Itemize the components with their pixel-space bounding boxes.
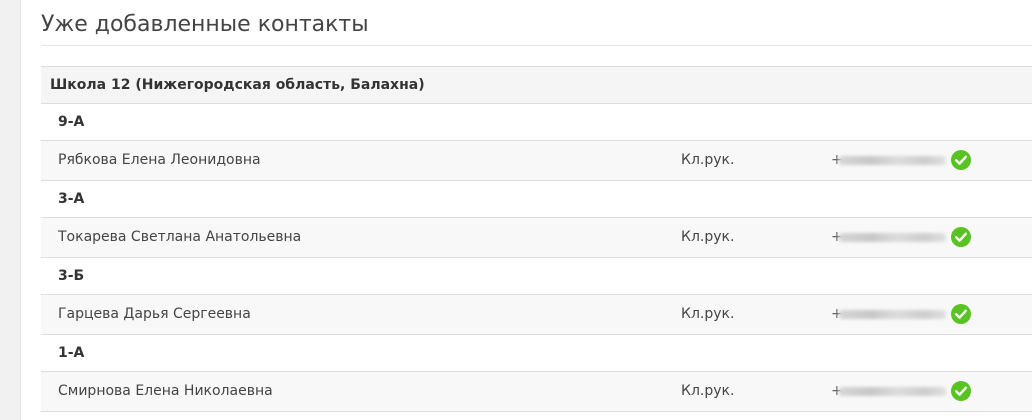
contact-row[interactable]: Смирнова Елена Николаевна Кл.рук. + <box>41 372 1032 412</box>
contacts-panel: Уже добавленные контакты Школа 12 (Нижег… <box>20 0 1032 420</box>
phone-prefix: + <box>831 152 843 168</box>
phone-prefix: + <box>831 383 843 399</box>
contact-name: Гарцева Дарья Сергеевна <box>58 306 251 322</box>
contact-role: Кл.рук. <box>681 152 735 168</box>
phone-blur <box>839 156 946 165</box>
school-header: Школа 12 (Нижегородская область, Балахна… <box>41 66 1032 104</box>
contact-name: Токарева Светлана Анатольевна <box>58 229 302 245</box>
contacts-table: Школа 12 (Нижегородская область, Балахна… <box>41 66 1032 412</box>
contact-role: Кл.рук. <box>681 306 735 322</box>
check-circle-icon <box>951 304 971 324</box>
contact-phone-obscured: + <box>831 306 946 322</box>
page-title: Уже добавленные контакты <box>41 12 369 37</box>
contact-row[interactable]: Гарцева Дарья Сергеевна Кл.рук. + <box>41 295 1032 335</box>
phone-prefix: + <box>831 306 843 322</box>
phone-blur <box>839 387 946 396</box>
check-circle-icon <box>951 381 971 401</box>
class-header: 3-Б <box>41 258 1032 295</box>
phone-blur <box>839 233 946 242</box>
check-circle-icon <box>951 227 971 247</box>
contact-row[interactable]: Рябкова Елена Леонидовна Кл.рук. + <box>41 141 1032 181</box>
class-header: 9-А <box>41 104 1032 141</box>
contact-row[interactable]: Токарева Светлана Анатольевна Кл.рук. + <box>41 218 1032 258</box>
phone-blur <box>839 310 946 319</box>
class-header: 1-А <box>41 335 1032 372</box>
phone-prefix: + <box>831 229 843 245</box>
contact-phone-obscured: + <box>831 383 946 399</box>
title-divider <box>41 45 1032 46</box>
contact-phone-obscured: + <box>831 152 946 168</box>
contact-name: Рябкова Елена Леонидовна <box>58 152 261 168</box>
contact-role: Кл.рук. <box>681 383 735 399</box>
check-circle-icon <box>951 150 971 170</box>
contact-role: Кл.рук. <box>681 229 735 245</box>
contact-name: Смирнова Елена Николаевна <box>58 383 273 399</box>
class-header: 3-А <box>41 181 1032 218</box>
contact-phone-obscured: + <box>831 229 946 245</box>
